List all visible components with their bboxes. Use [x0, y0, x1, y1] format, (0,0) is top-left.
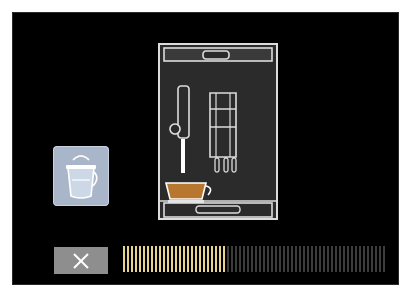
progress-segment-empty — [243, 246, 245, 272]
progress-segment-filled — [199, 246, 201, 272]
coffee-cup-icon — [164, 182, 212, 203]
progress-segment-filled — [143, 246, 145, 272]
progress-segment-empty — [335, 246, 337, 272]
progress-segment-empty — [323, 246, 325, 272]
spout-knob — [169, 123, 181, 135]
progress-segment-empty — [367, 246, 369, 272]
milk-stream — [181, 139, 185, 173]
progress-segment-empty — [355, 246, 357, 272]
close-icon — [73, 252, 89, 269]
progress-segment-empty — [251, 246, 253, 272]
progress-segment-filled — [147, 246, 149, 272]
progress-segment-filled — [223, 246, 225, 272]
progress-segment-empty — [303, 246, 305, 272]
progress-segment-empty — [239, 246, 241, 272]
progress-segment-filled — [163, 246, 165, 272]
progress-segment-empty — [331, 246, 333, 272]
progress-segment-empty — [383, 246, 385, 272]
progress-segment-filled — [187, 246, 189, 272]
milk-carafe-rinse-icon — [53, 146, 109, 206]
progress-segment-filled — [191, 246, 193, 272]
rinse-progress-bar — [123, 246, 385, 272]
progress-segment-filled — [167, 246, 169, 272]
progress-segment-filled — [219, 246, 221, 272]
progress-segment-empty — [283, 246, 285, 272]
progress-segment-filled — [203, 246, 205, 272]
water-tank-outline — [209, 92, 237, 158]
progress-segment-filled — [127, 246, 129, 272]
progress-segment-empty — [291, 246, 293, 272]
progress-segment-filled — [183, 246, 185, 272]
progress-segment-empty — [259, 246, 261, 272]
progress-segment-empty — [299, 246, 301, 272]
progress-segment-empty — [287, 246, 289, 272]
progress-segment-empty — [351, 246, 353, 272]
progress-segment-filled — [123, 246, 125, 272]
progress-segment-empty — [319, 246, 321, 272]
progress-segment-empty — [315, 246, 317, 272]
cancel-button[interactable] — [54, 247, 108, 274]
progress-segment-empty — [307, 246, 309, 272]
progress-segment-filled — [211, 246, 213, 272]
progress-segment-empty — [371, 246, 373, 272]
progress-segment-filled — [139, 246, 141, 272]
progress-segment-empty — [327, 246, 329, 272]
progress-segment-empty — [363, 246, 365, 272]
progress-segment-filled — [207, 246, 209, 272]
progress-segment-empty — [227, 246, 229, 272]
progress-segment-empty — [275, 246, 277, 272]
progress-segment-filled — [171, 246, 173, 272]
progress-segment-empty — [375, 246, 377, 272]
bean-hopper-lid — [202, 50, 230, 60]
progress-segment-empty — [231, 246, 233, 272]
coffee-machine-illustration — [158, 43, 278, 220]
drip-tray-handle — [195, 205, 241, 214]
progress-segment-empty — [247, 246, 249, 272]
progress-segment-empty — [359, 246, 361, 272]
progress-segment-empty — [271, 246, 273, 272]
progress-segment-filled — [151, 246, 153, 272]
progress-segment-empty — [255, 246, 257, 272]
machine-display — [12, 12, 399, 285]
progress-segment-empty — [379, 246, 381, 272]
progress-segment-filled — [215, 246, 217, 272]
progress-segment-empty — [339, 246, 341, 272]
progress-segment-empty — [235, 246, 237, 272]
progress-segment-filled — [159, 246, 161, 272]
progress-segment-filled — [179, 246, 181, 272]
progress-segment-filled — [135, 246, 137, 272]
progress-segment-empty — [295, 246, 297, 272]
progress-segment-filled — [195, 246, 197, 272]
progress-segment-empty — [311, 246, 313, 272]
progress-segment-empty — [263, 246, 265, 272]
progress-segment-empty — [267, 246, 269, 272]
progress-segment-filled — [131, 246, 133, 272]
progress-segment-filled — [155, 246, 157, 272]
progress-segment-empty — [279, 246, 281, 272]
progress-segment-empty — [343, 246, 345, 272]
progress-segment-filled — [175, 246, 177, 272]
progress-segment-empty — [347, 246, 349, 272]
